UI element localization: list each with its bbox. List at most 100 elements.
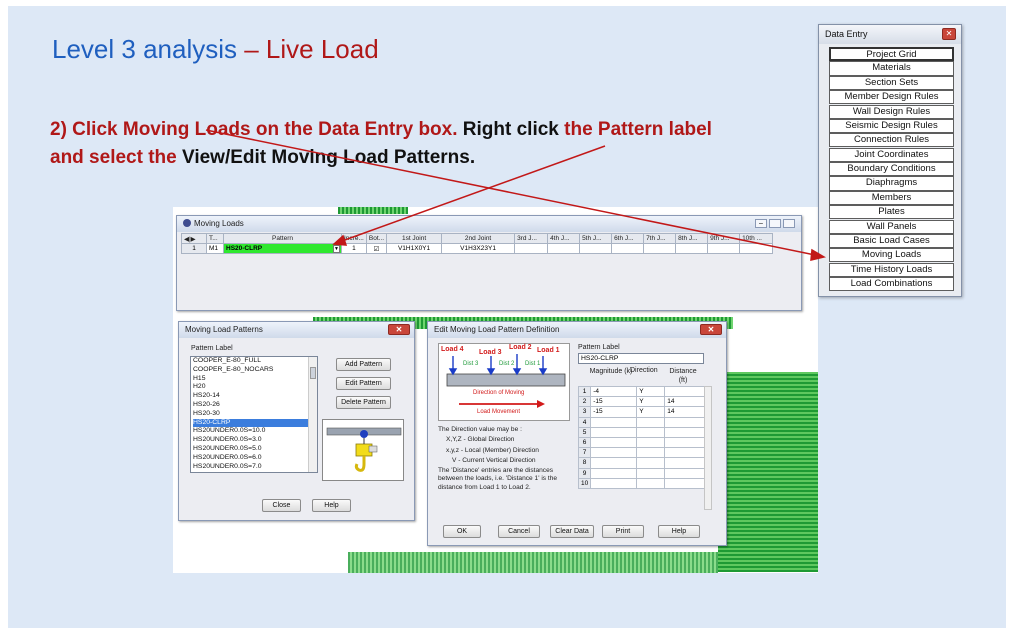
direction-cell[interactable]: Y (636, 396, 666, 408)
col-header-joint5[interactable]: 5th J... (579, 233, 613, 244)
pattern-label-field[interactable]: HS20-CLRP (578, 353, 704, 364)
joint7-cell[interactable] (643, 243, 677, 254)
data-entry-item[interactable]: Member Design Rules (829, 90, 954, 105)
row-number[interactable]: 1 (181, 243, 207, 254)
joint2-cell[interactable]: V1H3X23Y1 (441, 243, 516, 254)
col-header-type[interactable]: T... (206, 233, 224, 244)
pattern-cell[interactable]: HS20-CLRP ▼ (223, 243, 342, 254)
close-icon[interactable]: ✕ (388, 324, 410, 335)
col-header-increment[interactable]: Incre... (341, 233, 367, 244)
distance-cell[interactable] (664, 385, 706, 398)
joint5-cell[interactable] (579, 243, 613, 254)
restore-icon[interactable] (769, 219, 781, 228)
direction-cell[interactable]: Y (636, 385, 666, 398)
col-header-joint8[interactable]: 8th J... (675, 233, 709, 244)
data-entry-item[interactable]: Moving Loads (829, 248, 954, 263)
magnitude-cell[interactable] (590, 426, 638, 438)
col-header-joint10[interactable]: 10th ... (739, 233, 774, 244)
minimize-icon[interactable]: – (755, 219, 767, 228)
list-item[interactable]: HS20-14 (193, 392, 317, 401)
ok-button[interactable]: OK (443, 525, 481, 538)
close-button[interactable]: Close (262, 499, 301, 512)
col-header-joint1[interactable]: 1st Joint (386, 233, 443, 244)
magnitude-cell[interactable]: -4 (590, 385, 638, 398)
list-item[interactable]: HS20UNDER0.0S=10.0 (193, 427, 317, 436)
data-entry-item[interactable]: Joint Coordinates (829, 147, 954, 162)
col-header-joint7[interactable]: 7th J... (643, 233, 677, 244)
delete-pattern-button[interactable]: Delete Pattern (336, 396, 391, 409)
maximize-icon[interactable] (783, 219, 795, 228)
col-header-pattern[interactable]: Pattern (223, 233, 342, 244)
magnitude-cell[interactable] (590, 436, 638, 449)
data-entry-item[interactable]: Boundary Conditions (829, 162, 954, 177)
direction-cell[interactable] (636, 447, 666, 459)
col-header-both[interactable]: Bot... (365, 233, 388, 244)
data-entry-item[interactable]: Project Grid (829, 47, 954, 62)
joint1-cell[interactable]: V1H1X0Y1 (386, 243, 443, 254)
nav-arrows[interactable]: ◀|▶ (181, 233, 207, 244)
close-icon[interactable]: ✕ (942, 28, 956, 40)
data-entry-item[interactable]: Load Combinations (829, 277, 954, 292)
list-item[interactable]: HS20UNDER0.0S=7.0 (193, 463, 317, 472)
both-checkbox[interactable]: ☑ (365, 243, 388, 254)
joint6-cell[interactable] (611, 243, 645, 254)
help-button[interactable]: Help (658, 525, 700, 538)
joint9-cell[interactable] (707, 243, 741, 254)
direction-cell[interactable] (636, 426, 666, 438)
cancel-button[interactable]: Cancel (498, 525, 540, 538)
direction-cell[interactable] (636, 457, 666, 469)
list-item[interactable]: COOPER_E-80_FULL (193, 357, 317, 366)
list-item[interactable]: COOPER_E-80_NOCARS (193, 366, 317, 375)
magnitude-cell[interactable]: -15 (590, 406, 638, 418)
list-item[interactable]: HS20-26 (193, 401, 317, 410)
close-icon[interactable]: ✕ (700, 324, 722, 335)
data-entry-item[interactable]: Time History Loads (829, 262, 954, 277)
data-entry-item[interactable]: Wall Design Rules (829, 104, 954, 119)
data-entry-item[interactable]: Connection Rules (829, 133, 954, 148)
direction-cell[interactable] (636, 477, 666, 489)
distance-cell[interactable] (664, 457, 706, 469)
distance-cell[interactable] (664, 436, 706, 449)
data-entry-item[interactable]: Diaphragms (829, 176, 954, 191)
add-pattern-button[interactable]: Add Pattern (336, 358, 391, 371)
direction-cell[interactable] (636, 436, 666, 449)
pattern-list[interactable]: COOPER_E-80_FULL COOPER_E-80_NOCARS H15 H20… (190, 356, 318, 473)
print-button[interactable]: Print (602, 525, 644, 538)
magnitude-cell[interactable] (590, 467, 638, 479)
list-item[interactable]: H15 (193, 375, 317, 384)
data-entry-item[interactable]: Section Sets (829, 75, 954, 90)
joint8-cell[interactable] (675, 243, 709, 254)
list-item[interactable]: HS20UNDER0.0S=6.0 (193, 454, 317, 463)
edit-pattern-button[interactable]: Edit Pattern (336, 377, 391, 390)
data-entry-item[interactable]: Members (829, 190, 954, 205)
joint4-cell[interactable] (547, 243, 581, 254)
list-item[interactable]: H20 (193, 383, 317, 392)
list-item[interactable]: HS20-30 (193, 410, 317, 419)
distance-cell[interactable] (664, 426, 706, 438)
col-header-joint9[interactable]: 9th J... (707, 233, 741, 244)
joint3-cell[interactable] (514, 243, 549, 254)
magnitude-cell[interactable] (590, 477, 638, 489)
distance-cell[interactable] (664, 447, 706, 459)
magnitude-cell[interactable]: -15 (590, 396, 638, 408)
distance-cell[interactable] (664, 467, 706, 479)
data-entry-item[interactable]: Plates (829, 205, 954, 220)
increment-cell[interactable]: 1 (341, 243, 367, 254)
distance-cell[interactable] (664, 477, 706, 489)
col-header-joint2[interactable]: 2nd Joint (441, 233, 516, 244)
col-header-joint3[interactable]: 3rd J... (514, 233, 549, 244)
list-scrollbar[interactable] (308, 357, 317, 472)
distance-cell[interactable] (664, 416, 706, 428)
magnitude-cell[interactable] (590, 457, 638, 469)
grid-scrollbar[interactable] (704, 386, 712, 510)
direction-cell[interactable]: Y (636, 406, 666, 418)
row-type[interactable]: M1 (206, 243, 224, 254)
data-entry-item[interactable]: Seismic Design Rules (829, 118, 954, 134)
direction-cell[interactable] (636, 467, 666, 479)
col-header-joint6[interactable]: 6th J... (611, 233, 645, 244)
data-entry-item[interactable]: Wall Panels (829, 219, 954, 234)
data-entry-item[interactable]: Materials (829, 61, 954, 76)
distance-cell[interactable]: 14 (664, 406, 706, 418)
col-header-joint4[interactable]: 4th J... (547, 233, 581, 244)
clear-data-button[interactable]: Clear Data (550, 525, 594, 538)
